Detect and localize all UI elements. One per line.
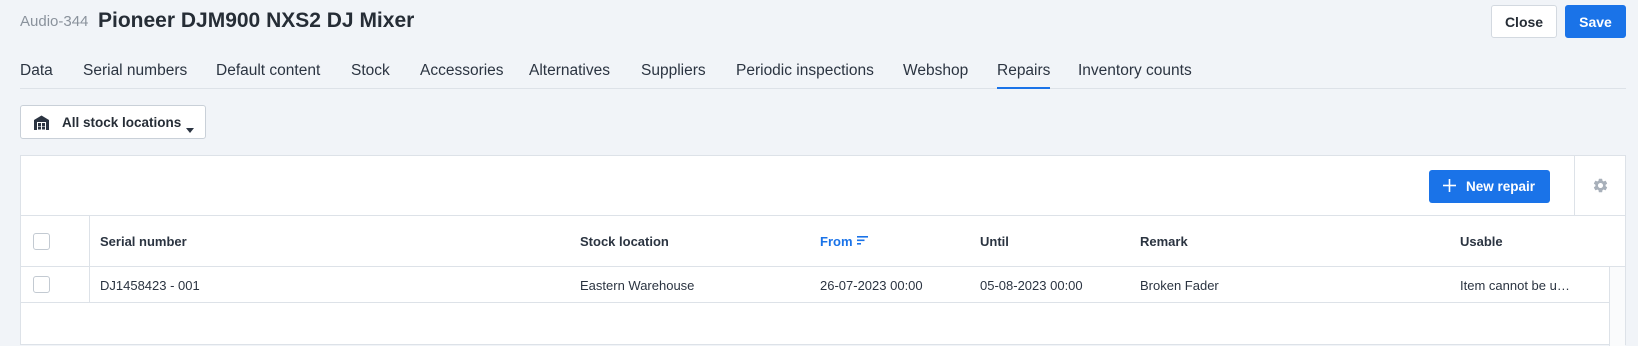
tab-alternatives[interactable]: Alternatives [529,62,610,89]
column-divider [89,267,90,303]
row-checkbox[interactable] [33,276,50,293]
page-header: Audio-344 Pioneer DJM900 NXS2 DJ Mixer C… [0,0,1638,44]
new-repair-label: New repair [1466,179,1536,194]
tab-accessories[interactable]: Accessories [420,62,504,89]
stock-location-label: All stock locations [62,115,182,130]
warehouse-icon [33,114,50,136]
item-code: Audio-344 [20,13,89,30]
tab-inventory-counts[interactable]: Inventory counts [1078,62,1192,89]
column-divider [89,216,90,267]
sort-descending-icon [856,236,868,245]
tab-periodic-inspections[interactable]: Periodic inspections [736,62,874,89]
table-header: Serial number Stock location From Until … [21,216,1625,267]
caret-down-icon [186,120,194,138]
cell-from: 26-07-2023 00:00 [820,278,923,293]
tab-stock[interactable]: Stock [351,62,390,89]
tab-serial-numbers[interactable]: Serial numbers [83,62,187,89]
cell-serial-number: DJ1458423 - 001 [100,278,200,293]
cell-stock-location: Eastern Warehouse [580,278,695,293]
column-header-from-label: From [820,234,853,249]
tab-default-content[interactable]: Default content [216,62,320,89]
stock-location-dropdown[interactable]: All stock locations [20,105,206,139]
close-button[interactable]: Close [1491,5,1557,38]
table-row[interactable]: DJ1458423 - 001 Eastern Warehouse 26-07-… [21,267,1609,303]
new-repair-button[interactable]: New repair [1429,170,1550,203]
page-title: Pioneer DJM900 NXS2 DJ Mixer [98,9,415,32]
tab-repairs[interactable]: Repairs [997,62,1051,89]
cell-remark: Broken Fader [1140,278,1219,293]
table-settings-button[interactable] [1574,156,1625,216]
column-header-until[interactable]: Until [980,234,1009,249]
tab-suppliers[interactable]: Suppliers [641,62,706,89]
gear-icon [1593,178,1608,193]
column-header-remark[interactable]: Remark [1140,234,1188,249]
cell-until: 05-08-2023 00:00 [980,278,1083,293]
plus-icon [1443,179,1456,195]
select-all-checkbox[interactable] [33,233,50,250]
column-header-stock-location[interactable]: Stock location [580,234,669,249]
column-header-from[interactable]: From [820,234,868,249]
tab-data[interactable]: Data [20,62,53,89]
cell-usable: Item cannot be u… [1460,278,1570,293]
tab-webshop[interactable]: Webshop [903,62,968,89]
column-header-serial-number[interactable]: Serial number [100,234,187,249]
vertical-scrollbar[interactable] [1609,267,1625,346]
column-header-usable[interactable]: Usable [1460,234,1503,249]
tab-bar: Data Serial numbers Default content Stoc… [20,58,1626,89]
panel-toolbar: New repair [21,156,1625,216]
repairs-panel: New repair Serial number Stock location … [20,155,1626,346]
save-button[interactable]: Save [1565,5,1626,38]
